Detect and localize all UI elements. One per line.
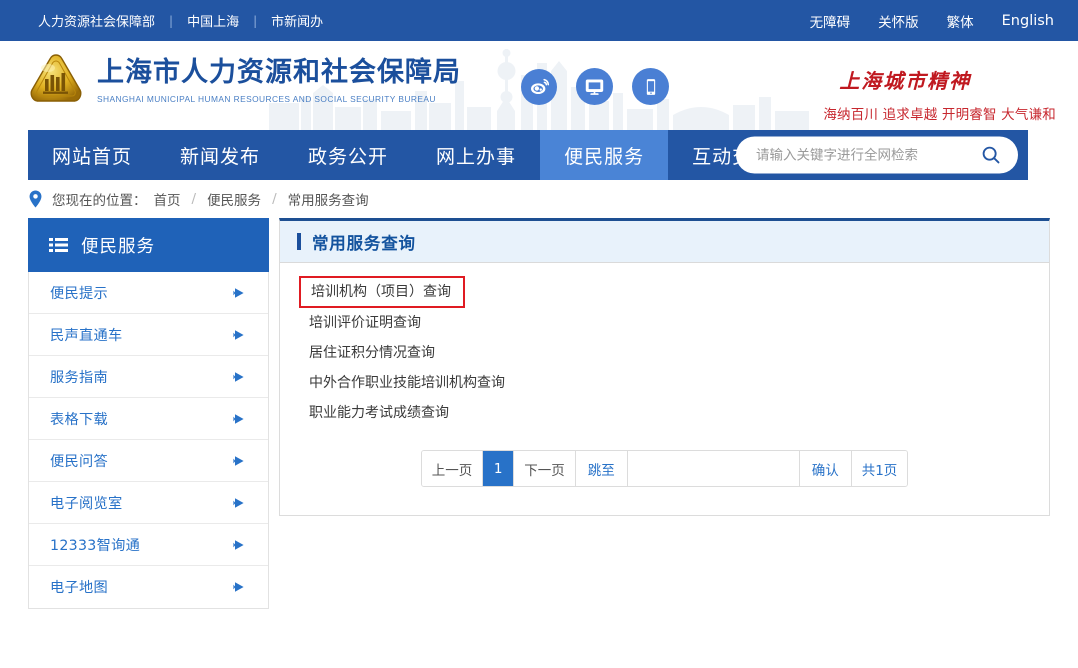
sidebar-item-label: 电子地图 (50, 580, 108, 596)
english-link[interactable]: English (1002, 13, 1054, 29)
nav-item-convenience-services[interactable]: 便民服务 (540, 130, 669, 180)
topbar-separator: | (169, 13, 174, 28)
pagination-total-pages: 共1页 (851, 451, 908, 486)
search-icon (982, 146, 1000, 163)
chevron-right-icon (233, 497, 244, 508)
weibo-icon[interactable] (521, 68, 557, 105)
topbar-link-shanghai[interactable]: 中国上海 (187, 11, 239, 30)
sidebar-item-form-download[interactable]: 表格下载 (29, 398, 268, 440)
topbar-tools: 无障碍 关怀版 繁体 English (810, 11, 1054, 31)
service-link-training-evaluation-certificate[interactable]: 培训评价证明查询 (305, 308, 427, 338)
site-logo-group[interactable]: 上海市人力资源和社会保障局 SHANGHAI MUNICIPAL HUMAN R… (28, 52, 461, 106)
mobile-icon[interactable] (632, 68, 669, 105)
nav-item-news[interactable]: 新闻发布 (156, 130, 284, 180)
sidebar-item-label: 便民提示 (50, 285, 108, 302)
city-spirit-subtitle: 海纳百川 追求卓越 开明睿智 大气谦和 (823, 107, 1056, 123)
service-link-vocational-exam-results[interactable]: 职业能力考试成绩查询 (305, 398, 455, 428)
sidebar-item-public-voice-express[interactable]: 民声直通车 (29, 314, 268, 356)
pagination-jump-input[interactable] (627, 451, 799, 486)
sidebar-item-label: 服务指南 (50, 369, 108, 386)
sidebar-item-convenience-tips[interactable]: 便民提示 (29, 272, 268, 314)
elder-mode-link[interactable]: 关怀版 (878, 11, 919, 31)
traditional-chinese-link[interactable]: 繁体 (947, 11, 974, 31)
topbar-link-press-office[interactable]: 市新闻办 (271, 11, 323, 30)
sidebar-item-label: 表格下载 (50, 411, 108, 428)
location-pin-icon (29, 190, 42, 208)
sidebar-item-convenience-qa[interactable]: 便民问答 (29, 440, 268, 482)
page-title: 常用服务查询 (312, 233, 416, 253)
city-spirit-title: 上海城市精神 (839, 69, 972, 93)
service-link-sino-foreign-training-institution[interactable]: 中外合作职业技能培训机构查询 (305, 368, 511, 398)
pagination-prev[interactable]: 上一页 (421, 451, 484, 486)
sidebar-item-service-guide[interactable]: 服务指南 (29, 356, 268, 398)
search-box[interactable] (736, 136, 1018, 174)
topbar-link-mohrss[interactable]: 人力资源社会保障部 (38, 11, 155, 30)
pagination-jump-input-cell[interactable] (627, 451, 800, 486)
sidebar: 便民服务 便民提示 民声直通车 服务指南 表格下载 便民问答 电子阅览室 123… (28, 218, 269, 609)
search-input[interactable] (756, 147, 978, 163)
nav-item-home[interactable]: 网站首页 (28, 130, 156, 180)
topbar-site-links: 人力资源社会保障部 | 中国上海 | 市新闻办 (38, 11, 323, 31)
sidebar-header: 便民服务 (28, 218, 269, 272)
content-panel: 常用服务查询 培训机构（项目）查询 培训评价证明查询 居住证积分情况查询 中外合… (279, 218, 1050, 516)
chevron-right-icon (233, 371, 244, 382)
sidebar-menu: 便民提示 民声直通车 服务指南 表格下载 便民问答 电子阅览室 12333智询通… (28, 272, 269, 609)
sidebar-item-label: 电子阅览室 (50, 495, 123, 512)
site-title-cn: 上海市人力资源和社会保障局 (97, 57, 461, 88)
header-accent-bar (297, 233, 301, 250)
site-banner: 上海市人力资源和社会保障局 SHANGHAI MUNICIPAL HUMAN R… (0, 41, 1078, 130)
service-link-training-institution[interactable]: 培训机构（项目）查询 (299, 276, 465, 308)
breadcrumb: 您现在的位置： 首页 / 便民服务 / 常用服务查询 (28, 180, 1050, 218)
pagination-confirm[interactable]: 确认 (799, 451, 852, 486)
sidebar-item-label: 民声直通车 (50, 327, 123, 344)
nav-items: 网站首页 新闻发布 政务公开 网上办事 便民服务 互动交流 (28, 130, 796, 180)
sidebar-item-12333-hotline[interactable]: 12333智询通 (29, 524, 268, 566)
top-utility-bar: 人力资源社会保障部 | 中国上海 | 市新闻办 无障碍 关怀版 繁体 Engli… (0, 0, 1078, 41)
city-spirit-block: 上海城市精神 海纳百川 追求卓越 开明睿智 大气谦和 (823, 65, 1056, 123)
social-links-group (521, 68, 669, 105)
main-area: 便民服务 便民提示 民声直通车 服务指南 表格下载 便民问答 电子阅览室 123… (28, 218, 1050, 609)
main-navigation: 网站首页 新闻发布 政务公开 网上办事 便民服务 互动交流 (28, 130, 1028, 180)
nav-item-online-services[interactable]: 网上办事 (412, 130, 540, 180)
chevron-right-icon (233, 582, 244, 592)
menu-list-icon (49, 238, 68, 252)
pagination-current-page[interactable]: 1 (483, 451, 515, 486)
breadcrumb-separator: / (272, 191, 277, 207)
breadcrumb-item-current: 常用服务查询 (287, 193, 369, 209)
pagination-wrap: 上一页 1 下一页 跳至 确认 共1页 (280, 450, 1049, 515)
service-link-residence-permit-points[interactable]: 居住证积分情况查询 (305, 338, 441, 368)
site-title-en: SHANGHAI MUNICIPAL HUMAN RESOURCES AND S… (97, 94, 436, 104)
sidebar-item-label: 12333智询通 (50, 537, 141, 554)
sidebar-title: 便民服务 (81, 236, 155, 257)
search-button[interactable] (978, 142, 1004, 168)
chevron-right-icon (233, 539, 244, 550)
chevron-right-icon (233, 455, 244, 466)
topbar-separator: | (253, 13, 258, 28)
breadcrumb-separator: / (191, 191, 197, 207)
chevron-right-icon (233, 413, 244, 424)
sidebar-item-e-map[interactable]: 电子地图 (29, 566, 268, 608)
pagination-next[interactable]: 下一页 (514, 451, 576, 486)
chevron-right-icon (233, 329, 244, 340)
sidebar-item-label: 便民问答 (50, 453, 108, 470)
breadcrumb-item-home[interactable]: 首页 (154, 189, 181, 209)
content-header: 常用服务查询 (280, 221, 1049, 263)
bureau-emblem-icon (30, 54, 82, 102)
nav-item-government-affairs[interactable]: 政务公开 (284, 130, 412, 180)
accessibility-link[interactable]: 无障碍 (810, 11, 851, 31)
chevron-right-icon (233, 287, 244, 298)
pagination: 上一页 1 下一页 跳至 确认 共1页 (420, 450, 909, 487)
breadcrumb-item-convenience-services[interactable]: 便民服务 (207, 189, 261, 209)
pagination-jump-label[interactable]: 跳至 (575, 451, 628, 486)
breadcrumb-label: 您现在的位置： (52, 193, 147, 209)
service-query-list: 培训机构（项目）查询 培训评价证明查询 居住证积分情况查询 中外合作职业技能培训… (280, 263, 1049, 428)
sidebar-item-e-reading-room[interactable]: 电子阅览室 (29, 482, 268, 524)
desktop-icon[interactable] (576, 68, 613, 105)
